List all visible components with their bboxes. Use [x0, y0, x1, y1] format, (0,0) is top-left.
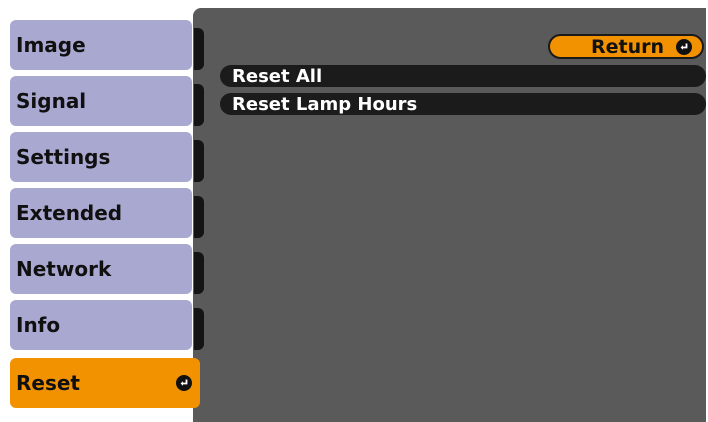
sidebar-item-label: Info	[16, 313, 61, 337]
menu-item-reset-all[interactable]: Reset All	[220, 65, 706, 87]
sidebar-item-image[interactable]: Image	[10, 20, 204, 70]
enter-icon	[176, 375, 192, 391]
sidebar-item-network[interactable]: Network	[10, 244, 204, 294]
sidebar-item-signal[interactable]: Signal	[10, 76, 204, 126]
return-label: Return	[590, 35, 664, 58]
menu-item-label: Reset Lamp Hours	[232, 93, 418, 115]
return-button[interactable]: Return	[548, 34, 704, 59]
sidebar-item-label: Extended	[16, 201, 123, 225]
sidebar-item-settings[interactable]: Settings	[10, 132, 204, 182]
enter-icon	[676, 38, 692, 55]
sidebar-item-info[interactable]: Info	[10, 300, 204, 350]
sidebar-item-label: Network	[16, 257, 112, 281]
sidebar-item-extended[interactable]: Extended	[10, 188, 204, 238]
sidebar-item-reset[interactable]: Reset	[10, 358, 200, 408]
menu-item-reset-lamp-hours[interactable]: Reset Lamp Hours	[220, 93, 706, 115]
sidebar-item-label: Image	[16, 33, 86, 57]
sidebar-item-label: Signal	[16, 89, 87, 113]
sidebar-item-label: Reset	[16, 371, 80, 395]
sidebar-item-label: Settings	[16, 145, 111, 169]
menu-item-label: Reset All	[232, 65, 323, 87]
